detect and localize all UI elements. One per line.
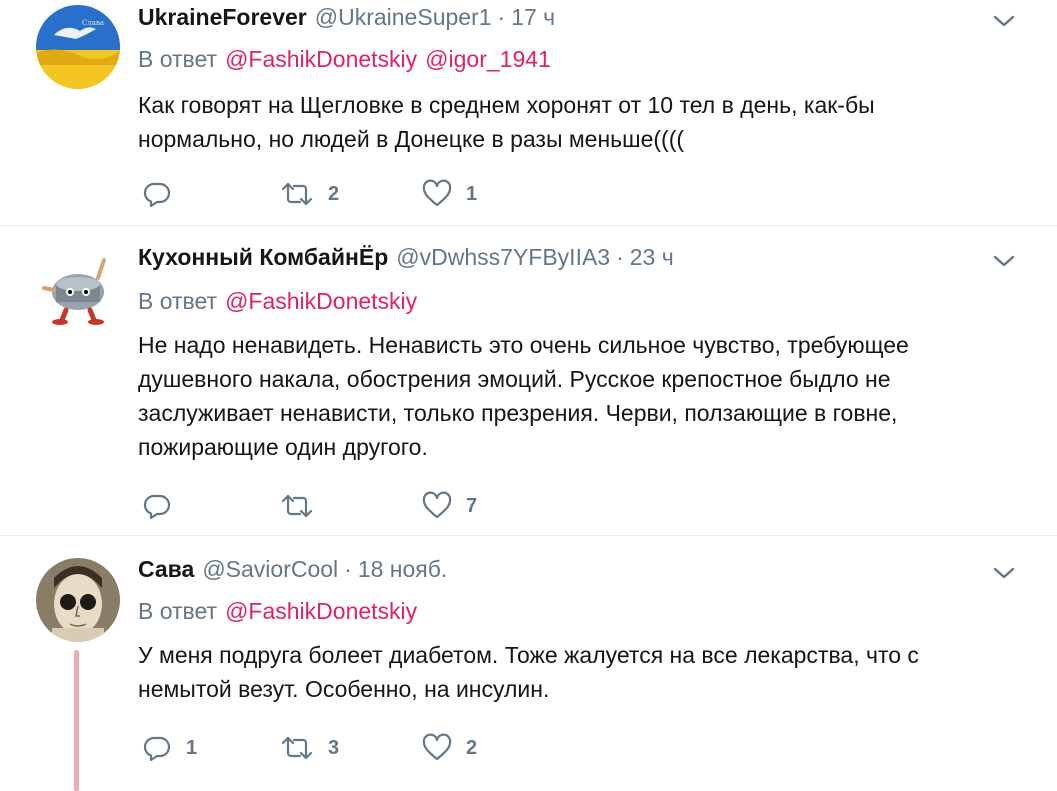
avatar[interactable]: Слава: [36, 5, 120, 89]
chevron-down-icon[interactable]: [991, 248, 1017, 274]
tweet[interactable]: Сава @SaviorCool · 18 нояб. В ответ @Fash…: [0, 536, 1057, 791]
reply-context: В ответ @FashikDonetskiy @igor_1941: [138, 46, 551, 73]
reply-prefix: В ответ: [138, 288, 218, 314]
like-button[interactable]: 2: [422, 730, 477, 766]
author-handle[interactable]: @vDwhss7YFByIIA3: [396, 244, 610, 271]
tweet-feed: Слава UkraineForever @UkraineSuper1 · 17…: [0, 0, 1057, 791]
heart-icon: [422, 179, 452, 209]
tweet-actions: 1 3 2: [138, 730, 538, 766]
author-handle[interactable]: @SaviorCool: [202, 556, 338, 583]
retweet-button[interactable]: 3: [280, 730, 339, 766]
timestamp[interactable]: 17 ч: [511, 4, 555, 31]
reply-button[interactable]: [142, 176, 186, 212]
tweet-text: Не надо ненавидеть. Ненависть это очень …: [138, 332, 909, 460]
tweet-text: Как говорят на Щегловке в среднем хороня…: [138, 92, 875, 152]
timestamp[interactable]: 18 нояб.: [358, 556, 447, 583]
separator: ·: [497, 4, 506, 30]
tweet[interactable]: Слава UkraineForever @UkraineSuper1 · 17…: [0, 0, 1057, 226]
tweet-actions: 7: [138, 488, 538, 524]
thread-line: [74, 650, 79, 791]
heart-icon: [422, 733, 452, 763]
reply-button[interactable]: 1: [142, 730, 197, 766]
timestamp[interactable]: 23 ч: [630, 244, 674, 271]
author-name[interactable]: Сава: [138, 556, 194, 583]
retweet-count: 3: [328, 736, 340, 759]
tweet-header: Кухонный КомбайнЁр @vDwhss7YFByIIA3 · 23…: [138, 244, 674, 274]
author-name[interactable]: Кухонный КомбайнЁр: [138, 244, 388, 271]
author-name[interactable]: UkraineForever: [138, 4, 307, 31]
tweet-actions: 2 1: [138, 176, 538, 212]
avatar[interactable]: [36, 248, 120, 332]
svg-text:Слава: Слава: [82, 19, 104, 27]
retweet-button[interactable]: [280, 488, 328, 524]
mention-link[interactable]: @FashikDonetskiy: [225, 598, 417, 624]
tweet-header: UkraineForever @UkraineSuper1 · 17 ч: [138, 4, 555, 34]
like-count: 2: [466, 736, 478, 759]
separator: ·: [616, 244, 624, 270]
author-handle[interactable]: @UkraineSuper1: [315, 4, 492, 31]
tweet-text: У меня подруга болеет диабетом. Тоже жал…: [138, 642, 919, 702]
reply-button[interactable]: [142, 488, 186, 524]
retweet-icon: [280, 733, 314, 763]
tweet[interactable]: Кухонный КомбайнЁр @vDwhss7YFByIIA3 · 23…: [0, 226, 1057, 536]
separator: ·: [344, 556, 352, 582]
reply-context: В ответ @FashikDonetskiy: [138, 288, 417, 315]
retweet-icon: [280, 179, 314, 209]
like-button[interactable]: 7: [422, 488, 477, 524]
chevron-down-icon[interactable]: [991, 8, 1017, 34]
reply-context: В ответ @FashikDonetskiy: [138, 598, 417, 625]
mention-link[interactable]: @igor_1941: [425, 46, 551, 72]
reply-prefix: В ответ: [138, 46, 218, 72]
chevron-down-icon[interactable]: [991, 560, 1017, 586]
mention-link[interactable]: @FashikDonetskiy: [225, 288, 417, 314]
mention-link[interactable]: @FashikDonetskiy: [225, 46, 417, 72]
tweet-header: Сава @SaviorCool · 18 нояб.: [138, 556, 447, 586]
reply-prefix: В ответ: [138, 598, 218, 624]
heart-icon: [422, 491, 452, 521]
like-button[interactable]: 1: [422, 176, 477, 212]
reply-count: 1: [186, 736, 198, 759]
reply-icon: [142, 733, 172, 763]
retweet-count: 2: [328, 182, 340, 205]
like-count: 1: [466, 182, 478, 205]
avatar[interactable]: [36, 558, 120, 642]
retweet-button[interactable]: 2: [280, 176, 339, 212]
reply-icon: [142, 491, 172, 521]
like-count: 7: [466, 494, 478, 517]
retweet-icon: [280, 491, 314, 521]
reply-icon: [142, 179, 172, 209]
